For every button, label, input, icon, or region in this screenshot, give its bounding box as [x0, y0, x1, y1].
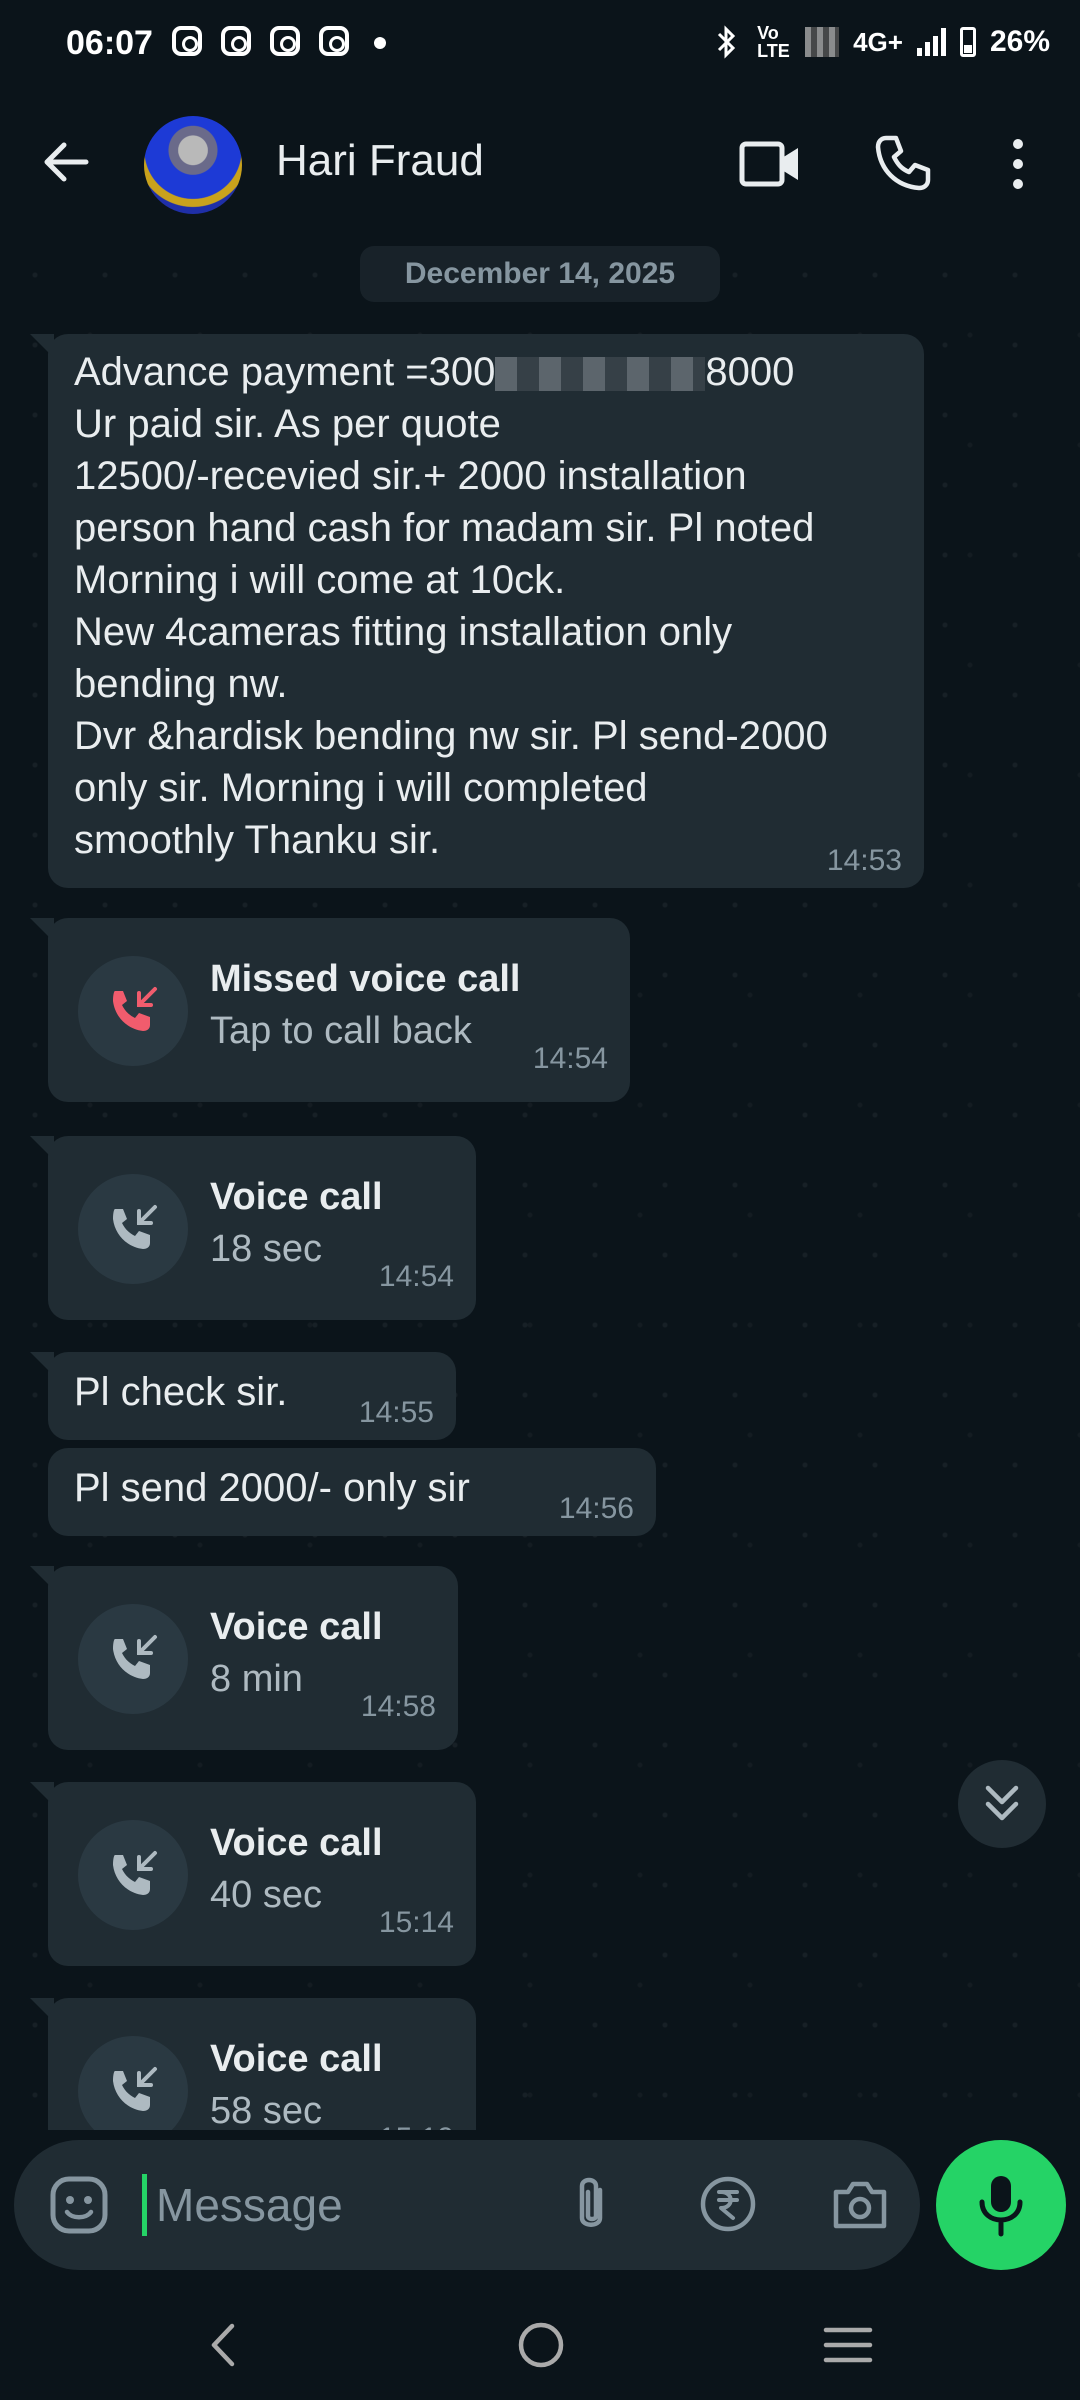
date-separator: December 14, 2025 — [360, 246, 720, 302]
network-type: 4G+ — [853, 26, 903, 57]
call-title: Voice call — [210, 1176, 383, 1218]
more-options-icon[interactable] — [1000, 136, 1036, 192]
message-text: Ur paid sir. As per quote 12500/-recevie… — [74, 402, 828, 862]
message-time: 14:54 — [378, 1260, 454, 1293]
rupee-payment-icon[interactable] — [698, 2174, 758, 2234]
battery-percent: 26% — [989, 25, 1050, 58]
message-text: Pl send 2000/- only sir — [74, 1466, 470, 1510]
video-call-icon[interactable] — [738, 136, 802, 192]
status-bar: 06:07 Vo LTE 4G+ 26% — [0, 0, 1080, 90]
missed-call-icon — [78, 956, 188, 1066]
contact-name[interactable]: Hari Fraud — [276, 136, 484, 186]
message-time: 14:55 — [358, 1396, 434, 1429]
signal-bars-icon — [916, 28, 946, 56]
system-navigation-bar — [0, 2290, 1080, 2400]
message-bubble[interactable]: Pl send 2000/- only sir 14:56 — [48, 1448, 656, 1536]
status-time: 06:07 — [66, 24, 153, 62]
phone-icon[interactable] — [872, 132, 934, 194]
call-title: Voice call — [210, 2038, 383, 2080]
call-subtitle: 18 sec — [210, 1228, 322, 1270]
text-cursor — [142, 2174, 147, 2236]
incoming-call-icon — [78, 1174, 188, 1284]
message-bubble[interactable]: Advance payment =300 8000 Ur paid sir. As… — [30, 334, 924, 888]
status-indicators: Vo LTE 4G+ 26% — [709, 24, 1050, 60]
voice-call-bubble[interactable]: Voice call 18 sec 14:54 — [30, 1136, 476, 1320]
volte-indicator: Vo LTE — [757, 23, 790, 61]
voice-call-bubble[interactable]: Voice call 40 sec 15:14 — [30, 1782, 476, 1966]
message-text: Pl check sir. — [74, 1370, 288, 1414]
battery-icon — [959, 27, 976, 57]
bluetooth-icon — [718, 25, 736, 59]
scroll-down-button[interactable] — [958, 1760, 1046, 1848]
call-subtitle: 8 min — [210, 1658, 303, 1700]
missed-call-bubble[interactable]: Missed voice call Tap to call back 14:54 — [30, 918, 630, 1102]
message-time: 14:56 — [558, 1492, 634, 1525]
instagram-notification-icon — [319, 26, 349, 56]
nav-back-icon[interactable] — [200, 2320, 250, 2370]
chat-area[interactable]: December 14, 2025 Advance payment =300 80… — [0, 240, 1080, 2130]
call-subtitle: Tap to call back — [210, 1010, 472, 1052]
call-subtitle: 40 sec — [210, 1874, 322, 1916]
instagram-notification-icon — [270, 26, 300, 56]
incoming-call-icon — [78, 1820, 188, 1930]
more-notifications-dot-icon — [374, 37, 386, 49]
redacted-blur — [495, 357, 706, 392]
back-arrow-icon[interactable] — [36, 132, 96, 192]
incoming-call-icon — [78, 1604, 188, 1714]
message-time: 15:14 — [378, 1906, 454, 1939]
message-input[interactable] — [156, 2174, 536, 2236]
call-subtitle: 58 sec — [210, 2090, 322, 2130]
incoming-call-icon — [78, 2036, 188, 2130]
voice-call-bubble[interactable]: Voice call 8 min 14:58 — [30, 1566, 458, 1750]
message-time: 14:54 — [532, 1042, 608, 1075]
voice-call-bubble[interactable]: Voice call 58 sec 15:19 — [30, 1998, 476, 2130]
instagram-notification-icon — [172, 26, 202, 56]
call-title: Missed voice call — [210, 958, 521, 1000]
call-title: Voice call — [210, 1606, 383, 1648]
message-time: 14:53 — [826, 844, 902, 877]
scroll-down-icon — [985, 1785, 1019, 1821]
contact-avatar[interactable] — [144, 116, 242, 214]
message-bubble[interactable]: Pl check sir. 14:55 — [30, 1352, 456, 1440]
attach-icon[interactable] — [566, 2172, 616, 2238]
instagram-notification-icon — [221, 26, 251, 56]
voice-message-button[interactable] — [936, 2140, 1066, 2270]
nav-home-icon[interactable] — [516, 2320, 566, 2370]
call-title: Voice call — [210, 1822, 383, 1864]
message-composer — [14, 2140, 920, 2270]
camera-icon[interactable] — [830, 2176, 890, 2232]
message-time: 14:58 — [360, 1690, 436, 1723]
message-time: 15:19 — [379, 2122, 454, 2130]
obscured-signal-icon — [805, 27, 840, 57]
chat-header: Hari Fraud — [0, 90, 1080, 240]
mic-icon — [979, 2176, 1023, 2237]
nav-recent-apps-icon[interactable] — [822, 2322, 874, 2368]
emoji-icon[interactable] — [48, 2174, 110, 2236]
message-first-line: Advance payment =300 8000 — [74, 350, 795, 394]
